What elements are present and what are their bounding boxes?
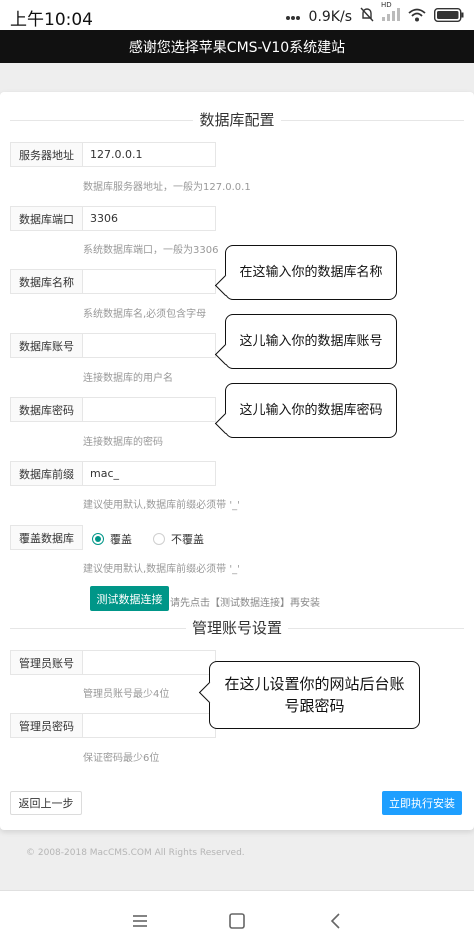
home-icon[interactable] — [227, 911, 247, 931]
admin-account-hint: 管理员账号最少4位 — [83, 689, 170, 700]
status-bar: 上午10:04 0.9K/s HD — [0, 0, 474, 30]
radio-overwrite[interactable]: 覆盖 — [92, 531, 132, 547]
db-user-input[interactable] — [82, 333, 216, 358]
network-label: HD — [381, 1, 392, 9]
db-user-label: 数据库账号 — [10, 333, 83, 358]
db-name-input[interactable] — [82, 269, 216, 294]
overwrite-db-hint: 建议使用默认,数据库前缀必须带 '_' — [83, 564, 240, 575]
server-address-hint: 数据库服务器地址，一般为127.0.0.1 — [83, 182, 251, 193]
admin-section-title: 管理账号设置 — [10, 618, 464, 638]
db-password-label: 数据库密码 — [10, 397, 83, 422]
radio-unchecked-icon — [153, 533, 165, 545]
wifi-icon — [408, 8, 426, 26]
db-password-input[interactable] — [82, 397, 216, 422]
menu-icon[interactable] — [130, 911, 150, 931]
db-name-label: 数据库名称 — [10, 269, 83, 294]
admin-password-hint: 保证密码最少6位 — [83, 753, 160, 764]
callout-admin: 在这儿设置你的网站后台账号跟密码 — [198, 661, 420, 729]
status-icons: 0.9K/s HD — [285, 1, 464, 26]
admin-password-label: 管理员密码 — [10, 713, 83, 738]
status-time: 上午10:04 — [10, 10, 93, 30]
network-speed: 0.9K/s — [308, 8, 352, 25]
server-address-input[interactable]: 127.0.0.1 — [82, 142, 216, 167]
test-connection-hint: 请先点击【测试数据连接】再安装 — [170, 598, 320, 609]
signal-icon: HD — [381, 1, 400, 25]
android-nav-bar — [0, 890, 474, 948]
db-section-title: 数据库配置 — [10, 110, 464, 130]
back-button[interactable]: 返回上一步 — [10, 791, 82, 815]
battery-icon — [433, 7, 464, 26]
callout-db-user: 这儿输入你的数据库账号 — [214, 314, 397, 369]
db-prefix-input[interactable]: mac_ — [82, 461, 216, 486]
admin-account-input[interactable] — [82, 650, 216, 675]
server-address-label: 服务器地址 — [10, 142, 83, 167]
db-port-label: 数据库端口 — [10, 206, 83, 231]
back-icon[interactable] — [326, 911, 346, 931]
admin-account-label: 管理员账号 — [10, 650, 83, 675]
db-port-hint: 系统数据库端口，一般为3306 — [83, 245, 219, 256]
dots-icon — [285, 9, 301, 25]
db-password-hint: 连接数据库的密码 — [83, 437, 163, 448]
install-header: 感谢您选择苹果CMS-V10系统建站 — [0, 30, 474, 63]
test-connection-button[interactable]: 测试数据连接 — [90, 586, 169, 611]
callout-db-name: 在这输入你的数据库名称 — [214, 245, 397, 300]
radio-no-overwrite[interactable]: 不覆盖 — [153, 531, 204, 547]
db-prefix-label: 数据库前缀 — [10, 461, 83, 486]
admin-password-input[interactable] — [82, 713, 216, 738]
install-button[interactable]: 立即执行安装 — [382, 791, 462, 815]
db-user-hint: 连接数据库的用户名 — [83, 373, 173, 384]
db-prefix-hint: 建议使用默认,数据库前缀必须带 '_' — [83, 500, 240, 511]
radio-checked-icon — [92, 533, 104, 545]
db-port-input[interactable]: 3306 — [82, 206, 216, 231]
db-name-hint: 系统数据库名,必须包含字母 — [83, 309, 207, 320]
copyright: © 2008-2018 MacCMS.COM All Rights Reserv… — [26, 848, 245, 858]
overwrite-db-label: 覆盖数据库 — [10, 525, 83, 550]
page-title: 感谢您选择苹果CMS-V10系统建站 — [128, 39, 346, 56]
mute-icon — [360, 7, 374, 26]
callout-db-password: 这儿输入你的数据库密码 — [214, 383, 397, 438]
